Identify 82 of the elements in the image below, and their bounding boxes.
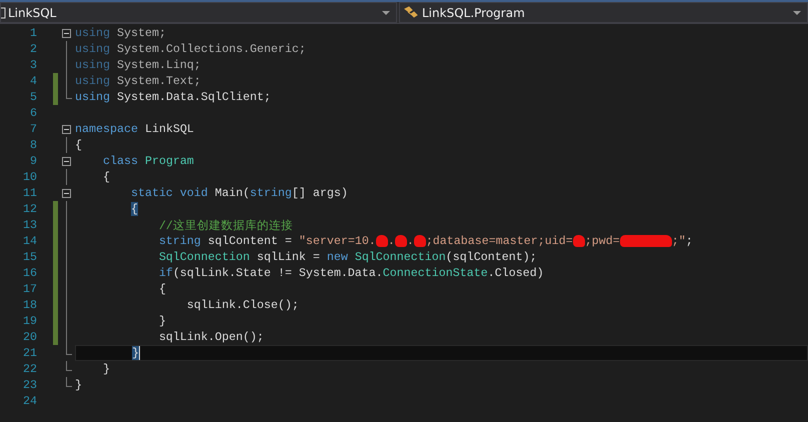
collapse-icon[interactable] bbox=[62, 28, 71, 38]
code-text: } bbox=[102, 362, 110, 376]
code-text: .Closed) bbox=[488, 266, 544, 280]
collapse-icon[interactable] bbox=[62, 124, 71, 134]
keyword-text: using bbox=[75, 42, 110, 56]
code-text: { bbox=[158, 282, 166, 296]
line-number: 14 bbox=[22, 234, 37, 248]
code-text: sqlLink = bbox=[256, 250, 321, 264]
line-number: 12 bbox=[22, 202, 37, 216]
code-text: sqlLink.Close(); bbox=[186, 298, 299, 312]
keyword-text: string bbox=[158, 234, 201, 248]
line-number: 2 bbox=[29, 42, 37, 56]
keyword-text: if bbox=[158, 266, 173, 280]
line-number: 22 bbox=[22, 362, 37, 376]
line-number: 23 bbox=[22, 378, 37, 392]
string-literal: ;database=master;uid= bbox=[426, 234, 573, 248]
keyword-text: using bbox=[75, 74, 110, 88]
code-text: LinkSQL bbox=[144, 122, 194, 136]
keyword-text: namespace bbox=[75, 122, 138, 136]
type-name-text: Program bbox=[144, 154, 194, 168]
code-text: (sqlContent); bbox=[446, 250, 537, 264]
code-text: } bbox=[75, 378, 82, 392]
line-number: 16 bbox=[22, 266, 37, 280]
keyword-text: using bbox=[75, 58, 110, 72]
type-name-text: SqlConnection bbox=[354, 250, 446, 264]
line-number: 4 bbox=[29, 74, 37, 88]
brace-highlight: { bbox=[130, 202, 138, 216]
line-number: 7 bbox=[29, 122, 37, 136]
line-number: 8 bbox=[29, 138, 37, 152]
code-text: System.Linq; bbox=[116, 58, 201, 72]
code-text: [] args) bbox=[292, 186, 348, 200]
project-dropdown[interactable]: LinkSQL bbox=[0, 2, 397, 23]
line-number: 19 bbox=[22, 314, 37, 328]
collapse-icon[interactable] bbox=[62, 156, 71, 166]
keyword-text: class bbox=[102, 154, 138, 168]
keyword-text: using bbox=[75, 26, 110, 40]
keyword-text: string bbox=[250, 186, 292, 200]
line-number: 5 bbox=[29, 90, 37, 104]
type-name-text: SqlConnection bbox=[158, 250, 250, 264]
brace-highlight: } bbox=[132, 346, 139, 360]
code-text: System.Collections.Generic; bbox=[116, 42, 306, 56]
caret-icon bbox=[382, 10, 390, 14]
code-comment: //这里创建数据库的连接 bbox=[158, 218, 293, 232]
code-text: { bbox=[75, 138, 82, 152]
code-text: System; bbox=[116, 26, 166, 40]
code-text: } bbox=[158, 314, 166, 328]
keyword-text: static void bbox=[130, 186, 208, 200]
line-number: 21 bbox=[22, 346, 37, 360]
string-literal: . bbox=[406, 234, 414, 248]
code-text: sqlContent = bbox=[206, 234, 293, 248]
text-cursor bbox=[138, 346, 140, 360]
code-text: (sqlLink.State != System.Data. bbox=[172, 266, 383, 280]
type-name-text: ConnectionState bbox=[382, 266, 488, 280]
line-number: 20 bbox=[22, 330, 37, 344]
line-number: 11 bbox=[22, 186, 37, 200]
code-text: Main( bbox=[214, 186, 250, 200]
code-text: ; bbox=[686, 234, 693, 248]
line-number: 10 bbox=[22, 170, 37, 184]
keyword-text: using bbox=[75, 90, 110, 104]
line-number: 15 bbox=[22, 250, 37, 264]
code-text: sqlLink.Open(); bbox=[158, 330, 264, 344]
code-text: { bbox=[102, 170, 110, 184]
line-number: 24 bbox=[22, 394, 37, 408]
line-number: 6 bbox=[29, 106, 37, 120]
type-dropdown[interactable]: LinkSQL.Program bbox=[399, 2, 808, 23]
string-literal: ;pwd= bbox=[584, 234, 620, 248]
class-icon bbox=[404, 6, 420, 20]
line-number: 17 bbox=[22, 282, 37, 296]
collapse-icon[interactable] bbox=[62, 188, 71, 198]
caret-icon bbox=[793, 10, 801, 14]
line-number: 3 bbox=[29, 58, 37, 72]
line-number: 9 bbox=[29, 154, 37, 168]
string-literal: "server=10. bbox=[298, 234, 376, 248]
line-number: 13 bbox=[22, 218, 37, 232]
line-number: 1 bbox=[29, 26, 37, 40]
project-icon bbox=[1, 6, 6, 18]
line-number: 18 bbox=[22, 298, 37, 312]
code-text: System.Text; bbox=[116, 74, 201, 88]
string-literal: ;" bbox=[672, 234, 686, 248]
string-literal: . bbox=[388, 234, 395, 248]
code-text: System.Data.SqlClient; bbox=[116, 90, 271, 104]
keyword-text: new bbox=[326, 250, 348, 264]
